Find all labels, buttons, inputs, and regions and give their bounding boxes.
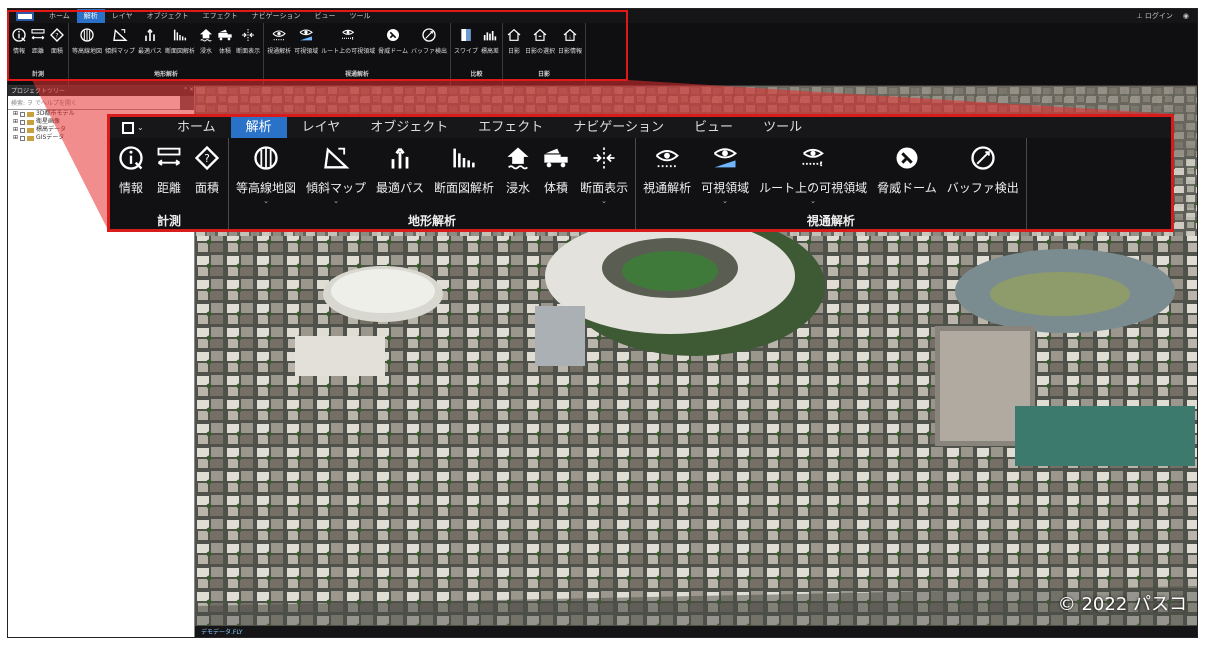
svg-text:?: ? [204, 153, 210, 165]
highlight-box [7, 10, 628, 81]
checkbox[interactable] [20, 111, 26, 117]
checkbox[interactable] [20, 119, 26, 125]
ribbon-button-label: バッファ検出 [946, 181, 1019, 195]
ribbon-button-label: 浸水 [506, 181, 531, 195]
checkbox[interactable] [20, 135, 26, 141]
ribbon-button-label: 傾斜マップ [306, 181, 367, 195]
folder-icon [27, 119, 35, 125]
flood-icon [507, 147, 529, 170]
volume-icon [544, 148, 568, 168]
ribbon-button-label: 視通解析 [643, 181, 692, 195]
tab-analysis[interactable]: 解析 [230, 117, 287, 138]
cross-section-analysis-icon [453, 148, 475, 168]
folder-icon [27, 135, 35, 141]
ribbon-button[interactable]: 体積 [539, 144, 573, 212]
login-button[interactable]: ⊥ ログイン [1137, 11, 1173, 21]
tab-layer[interactable]: レイヤ [287, 117, 356, 138]
ribbon-button-label: 脅威ドーム [877, 181, 937, 195]
zoomed-ribbon-group: 情報 距離? 面積 計測 [110, 138, 229, 229]
app-window: ホーム 解析 レイヤ オブジェクト エフェクト ナビゲーション ビュー ツール … [7, 8, 1198, 638]
ribbon-button-label: 面積 [194, 181, 219, 195]
expand-icon[interactable]: ⊞ [13, 126, 18, 134]
tree-item-label: 3D都市モデル [36, 110, 75, 117]
tab-object[interactable]: オブジェクト [355, 117, 463, 138]
copyright-text: © 2022 パスコ [1057, 594, 1187, 615]
distance-icon [157, 147, 181, 166]
ribbon-button[interactable]: ルート上の可視領域 ⌄ [756, 144, 870, 212]
chevron-down-icon[interactable]: ⌄ [333, 197, 339, 205]
tab-effect[interactable]: エフェクト [463, 117, 558, 138]
user-icon: ⊥ [1136, 12, 1143, 20]
ribbon-button[interactable]: 断面図解析 [431, 144, 497, 212]
ribbon-group-label: 地形解析 [408, 214, 457, 228]
checkbox[interactable] [20, 127, 26, 133]
ribbon-button[interactable]: 距離 [152, 144, 186, 212]
ribbon-button-label: 体積 [544, 181, 569, 195]
ribbon-button-label: 可視領域 [701, 181, 750, 195]
login-label: ログイン [1144, 12, 1173, 20]
expand-icon[interactable]: ⊞ [13, 110, 18, 118]
tab-home[interactable]: ホーム [162, 117, 231, 138]
ribbon-button[interactable]: 可視領域 ⌄ [698, 144, 752, 212]
ribbon-button-label: ルート上の可視領域 [759, 181, 868, 195]
ribbon-button[interactable]: 最適パス [373, 144, 427, 212]
tree-item-label: GISデータ [36, 134, 65, 141]
ribbon-group-label: 視通解析 [806, 214, 855, 228]
expand-icon[interactable]: ⊞ [13, 134, 18, 142]
status-file: デモデータ.FLY [201, 629, 243, 636]
tree-item-label: 標高データ [36, 126, 67, 133]
zoomed-ribbon-group: 等高線地図 ⌄ 傾斜マップ ⌄ 最適パス 断面図解析 浸水 体積 断面表示 ⌄ 地形解析 [229, 138, 637, 229]
tab-view[interactable]: ビュー [679, 117, 748, 138]
tab-tools[interactable]: ツール [748, 117, 817, 138]
ribbon-button[interactable]: 傾斜マップ ⌄ [303, 144, 369, 212]
folder-icon [27, 127, 35, 133]
folder-icon [27, 111, 35, 117]
panel-pin-close[interactable]: ᵖ × [184, 86, 194, 96]
app-logo-icon[interactable]: ⌄ [122, 121, 150, 135]
route-viewshed-icon [802, 148, 824, 167]
zoomed-ribbon-body: 情報 距離? 面積計測 等高線地図 ⌄ 傾斜マップ ⌄ 最適パス 断面図解析 浸水 体積 断面表示 ⌄ 地… [110, 138, 1171, 229]
ribbon-button[interactable]: 視通解析 [640, 144, 694, 212]
zoomed-ribbon: ⌄ ホーム 解析 レイヤ オブジェクト エフェクト ナビゲーション ビュー ツー… [107, 114, 1174, 232]
ribbon-button[interactable]: 等高線地図 ⌄ [233, 144, 299, 212]
contour-map-icon [254, 146, 278, 170]
ribbon-button[interactable]: 断面表示 ⌄ [577, 144, 631, 212]
ribbon-button[interactable]: バッファ検出 [944, 144, 1022, 212]
threat-dome-icon [896, 147, 918, 169]
search-placeholder: 検索: ヲ でヘルプを開く [11, 100, 77, 107]
ribbon-button[interactable]: 脅威ドーム [874, 144, 940, 212]
chevron-down-icon[interactable]: ⌄ [263, 197, 269, 205]
optimal-path-icon [391, 147, 409, 169]
panel-title: プロジェクトツリー [11, 88, 66, 95]
ribbon-button[interactable]: 情報 [114, 144, 148, 212]
ribbon-button-label: 断面図解析 [434, 181, 495, 195]
slope-map-icon [324, 147, 350, 169]
settings-icon[interactable]: ◉ [1183, 12, 1189, 20]
status-bar: デモデータ.FLY [195, 626, 1197, 637]
buffer-detect-icon [971, 146, 995, 170]
ribbon-button-label: 等高線地図 [236, 181, 297, 195]
ribbon-button-label: 断面表示 [580, 181, 629, 195]
tab-navigation[interactable]: ナビゲーション [558, 117, 679, 138]
line-of-sight-icon [655, 150, 679, 168]
zoomed-menubar: ⌄ ホーム 解析 レイヤ オブジェクト エフェクト ナビゲーション ビュー ツー… [110, 117, 1171, 138]
expand-icon[interactable]: ⊞ [13, 118, 18, 126]
chevron-down-icon[interactable]: ⌄ [722, 197, 728, 205]
ribbon-button[interactable]: 浸水 [501, 144, 535, 212]
viewshed-icon [714, 148, 738, 168]
info-icon [119, 146, 143, 170]
tree-item-label: 衛星画像 [36, 118, 61, 125]
ribbon-group-label: 計測 [156, 214, 181, 228]
ribbon-button-label: 最適パス [376, 181, 425, 195]
ribbon-button-label: 距離 [156, 181, 181, 195]
area-icon: ? [194, 145, 220, 171]
ribbon-button[interactable]: ? 面積 [190, 144, 224, 212]
cross-section-display-icon [593, 147, 615, 169]
search-input[interactable]: 検索: ヲ でヘルプを開く [8, 96, 194, 110]
ribbon-button-label: 情報 [118, 181, 143, 195]
chevron-down-icon[interactable]: ⌄ [810, 197, 816, 205]
chevron-down-icon[interactable]: ⌄ [601, 197, 607, 205]
search-icon[interactable] [180, 96, 194, 110]
zoomed-ribbon-group: 視通解析 可視領域 ⌄ ルート上の可視領域 ⌄ 脅威ドーム バッファ検出 視通解析 [636, 138, 1027, 229]
